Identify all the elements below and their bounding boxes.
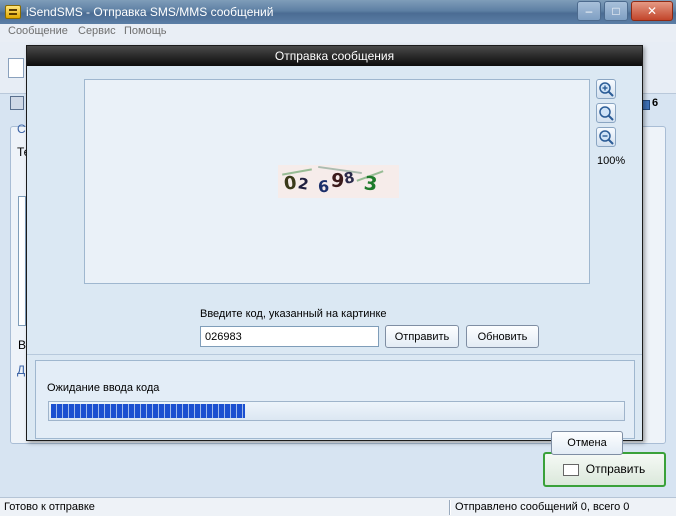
window-title: iSendSMS - Отправка SMS/MMS сообщений [26,5,274,19]
code-input[interactable] [200,326,379,347]
label-fragment-b: В [18,338,27,352]
cancel-button[interactable]: Отмена [551,431,623,455]
main-send-button[interactable]: Отправить [543,452,666,487]
group-caption-fragment-d: Д [17,363,26,377]
menu-help[interactable]: Помощь [124,25,167,37]
side-counter: 6 [652,97,659,109]
captcha-char: 2 [296,174,310,194]
app-icon [5,5,21,19]
status-right: Отправлено сообщений 0, всего 0 [455,501,630,513]
new-message-icon[interactable] [8,58,24,78]
minimize-button[interactable]: – [577,1,601,21]
dialog-titlebar[interactable]: Отправка сообщения [27,46,642,66]
close-button[interactable]: ✕ [631,1,673,21]
menu-message[interactable]: Сообщение [8,25,68,37]
zoom-fit-button[interactable] [596,103,616,123]
menu-service[interactable]: Сервис [78,25,116,37]
captcha-panel: 0 2 6 9 8 3 [84,79,590,284]
refresh-button[interactable]: Обновить [466,325,539,348]
zoom-out-icon [599,130,614,145]
group-caption-fragment: С [17,122,26,136]
status-bar: Готово к отправке Отправлено сообщений 0… [0,497,676,516]
captcha-image: 0 2 6 9 8 3 [278,165,399,198]
send-message-dialog: Отправка сообщения 0 2 6 9 8 3 100% Введ… [26,45,643,455]
menu-bar: Сообщение Сервис Помощь [0,24,676,42]
progress-panel: Ожидание ввода кода Отмена [35,360,635,455]
status-left: Готово к отправке [4,501,95,513]
dialog-divider [27,354,642,355]
code-label: Введите код, указанный на картинке [200,308,387,320]
zoom-out-button[interactable] [596,127,616,147]
main-titlebar[interactable]: iSendSMS - Отправка SMS/MMS сообщений – … [0,0,676,24]
maximize-button[interactable]: □ [604,1,628,21]
status-separator [449,500,451,515]
zoom-in-button[interactable] [596,79,616,99]
progress-fill [51,404,246,418]
captcha-char: 3 [362,172,379,196]
send-icon [563,464,579,476]
send-code-button[interactable]: Отправить [385,325,459,348]
progress-bar [48,401,625,421]
zoom-in-icon [599,82,614,97]
message-textarea-edge[interactable] [18,196,26,326]
progress-label: Ожидание ввода кода [47,382,160,394]
zoom-icon [599,106,614,121]
contacts-icon[interactable] [10,96,24,110]
captcha-char: 6 [317,176,330,197]
zoom-level: 100% [597,155,626,167]
